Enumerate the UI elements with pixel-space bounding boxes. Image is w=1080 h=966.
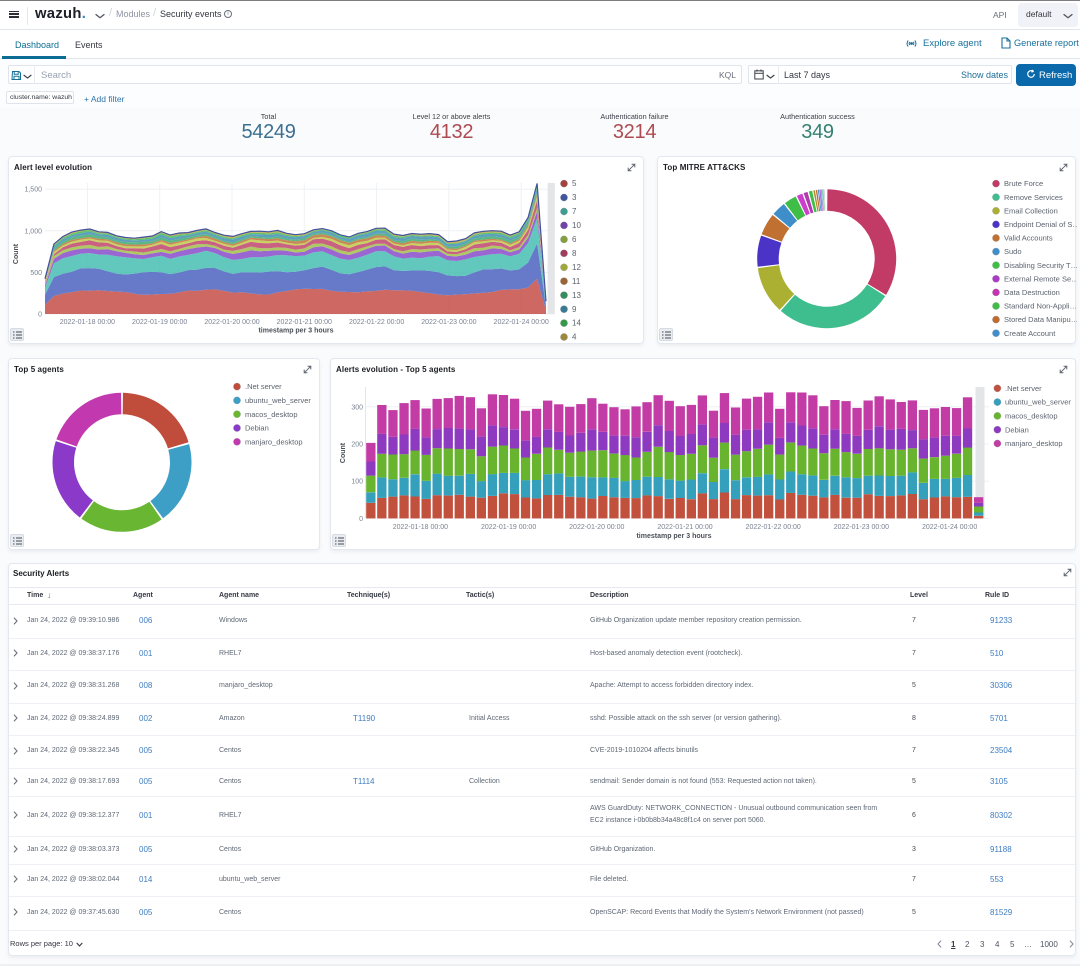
svg-text:2022-01-24 00:00: 2022-01-24 00:00 — [494, 319, 549, 326]
svg-text:Debian: Debian — [245, 424, 269, 433]
svg-text:11: 11 — [572, 277, 581, 286]
svg-text:100: 100 — [351, 479, 363, 486]
svg-text:manjaro_desktop: manjaro_desktop — [245, 437, 303, 446]
svg-text:14: 14 — [572, 319, 581, 328]
svg-text:.Net server: .Net server — [1005, 384, 1042, 393]
svg-text:5: 5 — [572, 179, 577, 188]
svg-text:0: 0 — [38, 312, 42, 319]
svg-text:macos_desktop: macos_desktop — [245, 410, 298, 419]
svg-text:macos_desktop: macos_desktop — [1005, 412, 1058, 421]
svg-text:2022-01-23 00:00: 2022-01-23 00:00 — [834, 524, 889, 531]
svg-text:Brute Force: Brute Force — [1004, 179, 1043, 188]
svg-text:2022-01-20 00:00: 2022-01-20 00:00 — [569, 524, 624, 531]
svg-text:Endpoint Denial of S…: Endpoint Denial of S… — [1004, 220, 1077, 229]
svg-text:2022-01-22 00:00: 2022-01-22 00:00 — [746, 524, 801, 531]
svg-text:2022-01-19 00:00: 2022-01-19 00:00 — [132, 319, 187, 326]
svg-text:Count: Count — [13, 243, 20, 264]
svg-text:timestamp per 3 hours: timestamp per 3 hours — [258, 328, 333, 335]
svg-text:1,000: 1,000 — [24, 228, 42, 235]
svg-text:ubuntu_web_server: ubuntu_web_server — [1005, 398, 1071, 407]
svg-text:200: 200 — [351, 442, 363, 449]
svg-text:4: 4 — [572, 333, 577, 342]
svg-text:.Net server: .Net server — [245, 382, 282, 391]
svg-text:External Remote Se…: External Remote Se… — [1004, 274, 1077, 283]
svg-text:2022-01-21 00:00: 2022-01-21 00:00 — [657, 524, 712, 531]
svg-text:0: 0 — [359, 516, 363, 523]
svg-text:2022-01-24 00:00: 2022-01-24 00:00 — [922, 524, 977, 531]
svg-text:Count: Count — [340, 442, 347, 463]
svg-text:manjaro_desktop: manjaro_desktop — [1005, 439, 1063, 448]
svg-text:Email Collection: Email Collection — [1004, 206, 1058, 215]
svg-text:ubuntu_web_server: ubuntu_web_server — [245, 396, 311, 405]
svg-text:2022-01-19 00:00: 2022-01-19 00:00 — [481, 524, 536, 531]
svg-text:9: 9 — [572, 305, 577, 314]
svg-text:2022-01-18 00:00: 2022-01-18 00:00 — [393, 524, 448, 531]
svg-text:Remove Services: Remove Services — [1004, 193, 1063, 202]
svg-text:Disabling Security T…: Disabling Security T… — [1004, 261, 1077, 270]
svg-text:13: 13 — [572, 291, 581, 300]
svg-text:Debian: Debian — [1005, 425, 1029, 434]
svg-text:Valid Accounts: Valid Accounts — [1004, 234, 1053, 243]
svg-text:Create Account: Create Account — [1004, 329, 1056, 338]
svg-text:6: 6 — [572, 235, 577, 244]
svg-text:10: 10 — [572, 221, 581, 230]
svg-text:1,500: 1,500 — [24, 187, 42, 194]
svg-text:2022-01-18 00:00: 2022-01-18 00:00 — [60, 319, 115, 326]
svg-text:8: 8 — [572, 249, 577, 258]
svg-text:7: 7 — [572, 207, 577, 216]
svg-text:12: 12 — [572, 263, 581, 272]
svg-text:300: 300 — [351, 404, 363, 411]
svg-text:2022-01-23 00:00: 2022-01-23 00:00 — [421, 319, 476, 326]
svg-text:Data Destruction: Data Destruction — [1004, 288, 1060, 297]
svg-text:Stored Data Manipu…: Stored Data Manipu… — [1004, 315, 1077, 324]
svg-text:Sudo: Sudo — [1004, 247, 1022, 256]
svg-text:2022-01-20 00:00: 2022-01-20 00:00 — [204, 319, 259, 326]
svg-text:timestamp per 3 hours: timestamp per 3 hours — [636, 533, 711, 540]
svg-text:2022-01-22 00:00: 2022-01-22 00:00 — [349, 319, 404, 326]
svg-text:3: 3 — [572, 193, 577, 202]
svg-text:Standard Non-Appli…: Standard Non-Appli… — [1004, 302, 1077, 311]
svg-text:2022-01-21 00:00: 2022-01-21 00:00 — [277, 319, 332, 326]
svg-text:500: 500 — [30, 270, 42, 277]
